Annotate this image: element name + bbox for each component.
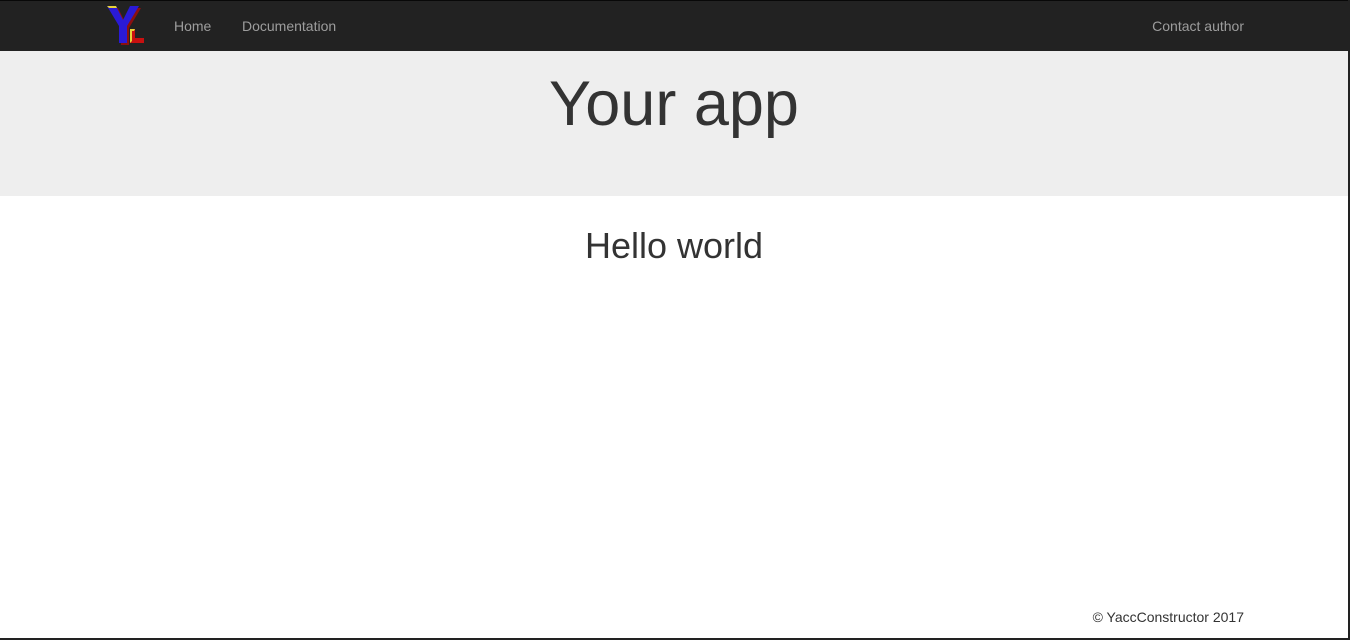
footer-copyright: © YaccConstructor 2017 bbox=[1092, 609, 1244, 625]
jumbotron: Your app bbox=[0, 51, 1348, 196]
nav-home-link[interactable]: Home bbox=[174, 18, 211, 34]
main-heading: Hello world bbox=[584, 225, 764, 266]
nav-documentation-link[interactable]: Documentation bbox=[242, 18, 336, 34]
page: Home Documentation Contact author Your a… bbox=[0, 0, 1350, 640]
yc-logo-graphic bbox=[107, 6, 144, 45]
app-title: Your app bbox=[549, 69, 799, 139]
top-navbar: Home Documentation Contact author bbox=[0, 0, 1348, 51]
nav-contact-author-link[interactable]: Contact author bbox=[1152, 18, 1244, 34]
yc-logo-icon[interactable] bbox=[106, 5, 146, 47]
